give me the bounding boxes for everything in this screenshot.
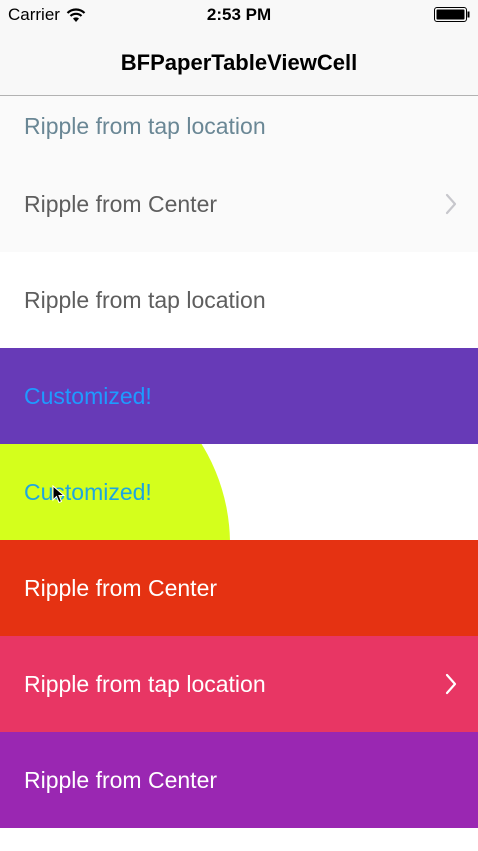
chevron-right-icon <box>445 673 457 695</box>
table-cell[interactable]: Customized! <box>0 348 478 444</box>
navigation-bar: BFPaperTableViewCell <box>0 32 478 96</box>
cell-label: Ripple from tap location <box>24 671 266 697</box>
cell-label: Customized! <box>24 383 152 409</box>
status-time: 2:53 PM <box>206 5 272 24</box>
table-cell[interactable]: Ripple from Center <box>0 540 478 636</box>
cell-label: Ripple from tap location <box>24 287 266 313</box>
battery-icon <box>434 7 470 22</box>
mouse-cursor-icon <box>52 485 66 504</box>
cell-label: Ripple from Center <box>24 191 218 217</box>
nav-title: BFPaperTableViewCell <box>120 50 358 75</box>
chevron-right-icon <box>445 193 457 215</box>
table-view[interactable]: Ripple from tap location Ripple from Cen… <box>0 96 478 851</box>
table-cell[interactable]: Ripple from tap location <box>0 636 478 732</box>
table-cell[interactable]: Ripple from tap location <box>0 96 478 156</box>
status-bar: Carrier 2:53 PM <box>0 0 478 32</box>
table-cell[interactable]: Ripple from Center <box>0 732 478 828</box>
cell-label: Ripple from Center <box>24 575 218 601</box>
table-cell[interactable]: Ripple from tap location <box>0 252 478 348</box>
cell-label: Ripple from Center <box>24 767 218 793</box>
table-cell[interactable]: Customized! <box>0 444 478 540</box>
cell-label: Ripple from tap location <box>24 113 266 139</box>
table-cell[interactable]: Ripple from Center <box>0 156 478 252</box>
cell-label: Customized! <box>24 479 152 505</box>
